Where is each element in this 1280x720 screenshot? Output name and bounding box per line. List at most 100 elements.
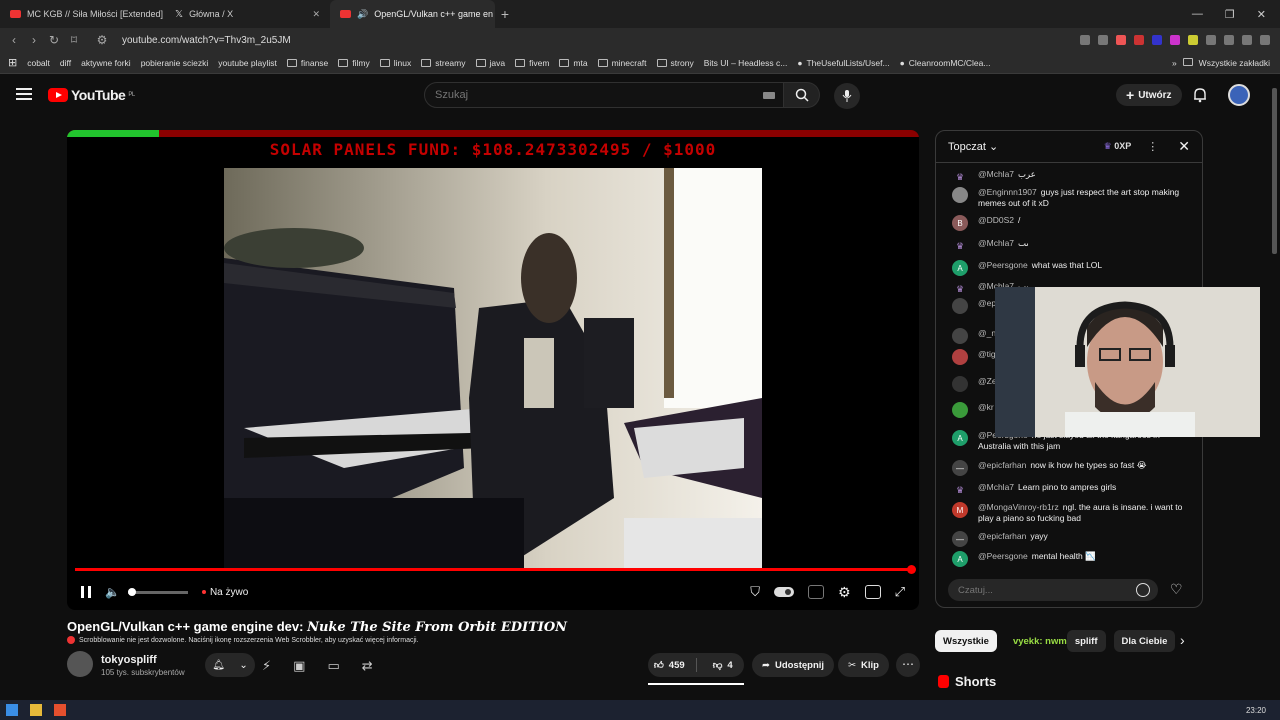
bookmark-folder[interactable]: mta bbox=[559, 58, 588, 68]
chat-avatar[interactable]: ♛ bbox=[952, 169, 968, 185]
subtitles-icon[interactable] bbox=[808, 585, 825, 599]
chat-avatar[interactable] bbox=[952, 402, 968, 418]
all-bookmarks[interactable]: » Wszystkie zakładki bbox=[1172, 57, 1280, 68]
autoplay-toggle[interactable] bbox=[774, 587, 795, 597]
chat-avatar[interactable]: ♛ bbox=[952, 482, 968, 498]
subscribed-notification-button[interactable]: 🔔︎ ⌄ bbox=[205, 653, 255, 677]
brave-browser-icon[interactable] bbox=[54, 704, 66, 716]
browser-tab-2[interactable]: 𝕏 Główna / X ✕ bbox=[165, 0, 330, 28]
chat-message[interactable]: B @DD0S2 / bbox=[952, 215, 1188, 231]
minimize-icon[interactable]: — bbox=[1192, 8, 1203, 21]
more-actions-button[interactable]: ⋯ bbox=[896, 653, 920, 677]
bookmark-folder[interactable]: filmy bbox=[338, 58, 370, 68]
channel-avatar[interactable] bbox=[67, 651, 93, 677]
pause-icon[interactable] bbox=[81, 586, 91, 598]
search-input[interactable] bbox=[425, 83, 745, 107]
repeat-icon[interactable]: ⇄ bbox=[362, 658, 373, 674]
share-icon[interactable] bbox=[1098, 35, 1108, 45]
chat-username[interactable]: @Mchla7 bbox=[978, 169, 1014, 179]
volume-icon[interactable]: 🔈 bbox=[105, 585, 120, 599]
chat-avatar[interactable] bbox=[952, 328, 968, 344]
bookmark-item[interactable]: pobieranie sciezki bbox=[141, 58, 209, 68]
chat-username[interactable]: @tig bbox=[978, 349, 996, 359]
chat-avatar[interactable]: A bbox=[952, 260, 968, 276]
video-player[interactable]: SOLAR PANELS FUND: $108.2473302495 / $10… bbox=[67, 130, 919, 610]
image-icon[interactable]: ▣ bbox=[293, 658, 305, 674]
extension-icon[interactable] bbox=[1188, 35, 1198, 45]
chat-avatar[interactable]: ♛ bbox=[952, 238, 968, 254]
create-button[interactable]: + Utwórz bbox=[1116, 84, 1182, 106]
site-info-icon[interactable]: ⚙ bbox=[92, 33, 112, 47]
chat-avatar[interactable]: M bbox=[952, 502, 968, 518]
apps-grid-icon[interactable]: ⊞ bbox=[8, 56, 17, 69]
chat-username[interactable]: @Enginnn1907 bbox=[978, 187, 1037, 197]
like-button[interactable]: 👍︎ 459 bbox=[648, 653, 691, 677]
bookmark-folder[interactable]: fivem bbox=[515, 58, 549, 68]
hamburger-menu-icon[interactable] bbox=[16, 88, 32, 100]
search-button[interactable] bbox=[784, 82, 820, 108]
chat-message[interactable]: ♛ @Mchla7 ٮ‍‍‍‍‍‍‍ٮ bbox=[952, 238, 1188, 254]
seek-bar[interactable] bbox=[75, 568, 911, 571]
chat-username[interactable]: @Peersgone bbox=[978, 260, 1028, 270]
shorts-header[interactable]: Shorts bbox=[938, 674, 996, 689]
close-tab-icon[interactable]: ✕ bbox=[312, 9, 320, 20]
back-icon[interactable]: ‹ bbox=[4, 33, 24, 47]
voice-search-button[interactable] bbox=[834, 83, 860, 109]
menu-icon[interactable] bbox=[1260, 35, 1270, 45]
chat-avatar[interactable] bbox=[952, 298, 968, 314]
chat-username[interactable]: @MongaVinroy-rb1rz bbox=[978, 502, 1059, 512]
keyboard-icon[interactable] bbox=[763, 92, 775, 99]
xp-badge[interactable]: ♛ 0XP bbox=[1104, 141, 1132, 152]
settings-gear-icon[interactable]: ⚙ bbox=[838, 584, 851, 601]
chip-overlay[interactable]: vyekk: nwm bbox=[1005, 630, 1075, 652]
bookmark-folder[interactable]: linux bbox=[379, 58, 411, 68]
chat-message[interactable]: A @Peersgone mental health 📉 bbox=[952, 551, 1188, 567]
restore-icon[interactable]: ❐ bbox=[1225, 8, 1235, 21]
chat-message[interactable]: M @MongaVinroy-rb1rz ngl. the aura is insa… bbox=[952, 502, 1188, 524]
extension-icon[interactable] bbox=[1080, 35, 1090, 45]
chat-message[interactable]: ♛ @Mchla7 عرب bbox=[952, 169, 1188, 185]
account-avatar[interactable] bbox=[1228, 84, 1250, 106]
close-chat-icon[interactable]: ✕ bbox=[1178, 138, 1190, 155]
chat-avatar[interactable]: B bbox=[952, 215, 968, 231]
bookmark-folder[interactable]: finanse bbox=[286, 58, 328, 68]
chat-avatar[interactable]: A bbox=[952, 430, 968, 446]
chat-username[interactable]: @_n bbox=[978, 328, 996, 338]
bookmark-icon[interactable]: ⌑ bbox=[64, 33, 84, 47]
notifications-button[interactable] bbox=[1193, 87, 1207, 108]
chat-username[interactable]: @ep bbox=[978, 298, 996, 308]
chat-username[interactable]: @Mchla7 bbox=[978, 482, 1014, 492]
reload-icon[interactable]: ↻ bbox=[44, 33, 64, 47]
chat-username[interactable]: @Mchla7 bbox=[978, 238, 1014, 248]
chat-mode-dropdown[interactable]: Topczat ⌄ bbox=[948, 140, 998, 153]
extensions-puzzle-icon[interactable] bbox=[1206, 35, 1216, 45]
file-explorer-icon[interactable] bbox=[30, 704, 42, 716]
chat-username[interactable]: @DD0S2 bbox=[978, 215, 1014, 225]
bookmark-folder[interactable]: java bbox=[475, 58, 505, 68]
windows-start-icon[interactable] bbox=[6, 704, 18, 716]
brave-shield-icon[interactable] bbox=[1116, 35, 1126, 45]
chip-all[interactable]: Wszystkie bbox=[935, 630, 997, 652]
shield-icon[interactable]: ⛉ bbox=[750, 584, 760, 600]
browser-tab-3[interactable]: 🔊OpenGL/Vulkan c++ game en✕ bbox=[330, 0, 495, 28]
chat-username[interactable]: @Peersgone bbox=[978, 551, 1028, 561]
clip-button[interactable]: ✂ Klip bbox=[838, 653, 889, 677]
channel-name[interactable]: tokyospliff bbox=[101, 654, 157, 666]
bookmark-item[interactable]: cobalt bbox=[27, 58, 50, 68]
dislike-button[interactable]: 👎︎ 4 bbox=[702, 653, 745, 677]
heart-icon[interactable]: ♡ bbox=[1170, 581, 1183, 598]
chat-input[interactable] bbox=[948, 579, 1158, 601]
chat-menu-icon[interactable]: ⋮ bbox=[1147, 140, 1158, 153]
bookmark-folder[interactable]: streamy bbox=[421, 58, 466, 68]
seek-handle[interactable] bbox=[907, 565, 916, 574]
extension-icon[interactable] bbox=[1170, 35, 1180, 45]
chat-avatar[interactable]: ♛ bbox=[952, 281, 968, 297]
chip-for-you[interactable]: Dla Ciebie bbox=[1113, 630, 1176, 652]
browser-tab-1[interactable]: MC KGB // Siła Miłości [Extended] m✕ bbox=[0, 0, 165, 28]
extension-icon[interactable] bbox=[1134, 35, 1144, 45]
bookmark-item[interactable]: youtube playlist bbox=[218, 58, 277, 68]
chat-message[interactable]: ♛ @Mchla7 Learn pino to ampres girls bbox=[952, 482, 1188, 498]
extension-icon[interactable] bbox=[1152, 35, 1162, 45]
bookmark-item[interactable]: Bits UI – Headless c... bbox=[704, 58, 788, 68]
chat-avatar[interactable] bbox=[952, 349, 968, 365]
